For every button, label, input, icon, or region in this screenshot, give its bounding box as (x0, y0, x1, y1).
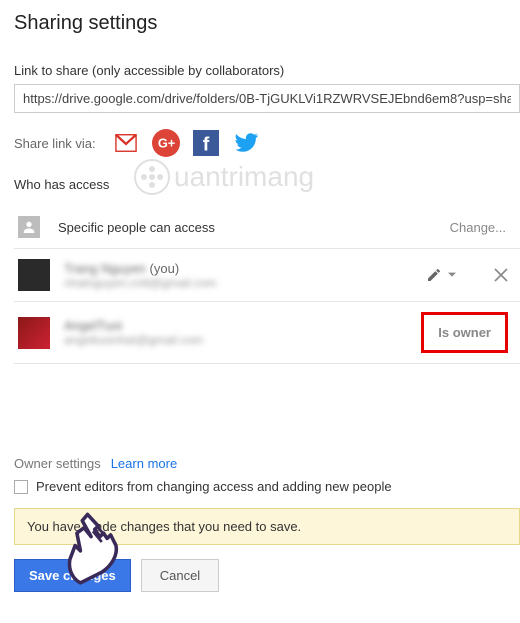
caret-down-icon (448, 271, 456, 279)
person-row: AngelTuoi angeltuoinhat@gmail.com Is own… (14, 301, 520, 364)
person-row: Trang Nguyen (you) nhatnguyen.cntt@gmail… (14, 248, 520, 301)
prevent-editors-checkbox[interactable] (14, 480, 28, 494)
people-icon (18, 216, 40, 238)
avatar (18, 317, 50, 349)
learn-more-link[interactable]: Learn more (111, 456, 177, 471)
role-dropdown[interactable] (422, 263, 460, 287)
you-suffix: (you) (150, 261, 180, 276)
dialog-title: Sharing settings (14, 12, 520, 35)
person-name: Trang Nguyen (64, 261, 146, 276)
twitter-icon[interactable] (232, 129, 260, 157)
access-summary-row: Specific people can access Change... (14, 206, 520, 248)
svg-text:f: f (202, 134, 209, 156)
remove-person-icon[interactable] (494, 268, 508, 282)
person-name: AngelTuoi (64, 318, 421, 333)
person-email: angeltuoinhat@gmail.com (64, 333, 421, 347)
gmail-icon[interactable] (112, 129, 140, 157)
share-link-input[interactable] (14, 84, 520, 113)
unsaved-changes-notice: You have made changes that you need to s… (14, 508, 520, 545)
watermark: uantrimang (134, 159, 314, 195)
google-plus-icon[interactable]: G+ (152, 129, 180, 157)
avatar (18, 259, 50, 291)
prevent-editors-label: Prevent editors from changing access and… (36, 479, 392, 494)
person-email: nhatnguyen.cntt@gmail.com (64, 276, 422, 290)
access-summary-text: Specific people can access (58, 220, 450, 235)
svg-text:G+: G+ (157, 136, 174, 151)
save-changes-button[interactable]: Save changes (14, 559, 131, 592)
cancel-button[interactable]: Cancel (141, 559, 219, 592)
change-access-link[interactable]: Change... (450, 220, 506, 235)
owner-badge: Is owner (421, 312, 508, 353)
share-via-label: Share link via: (14, 136, 96, 151)
who-has-access-heading: Who has access uantrimang (14, 177, 520, 192)
link-share-label: Link to share (only accessible by collab… (14, 63, 520, 78)
pencil-icon (426, 267, 442, 283)
facebook-icon[interactable]: f (192, 129, 220, 157)
owner-settings-label: Owner settings (14, 456, 101, 471)
